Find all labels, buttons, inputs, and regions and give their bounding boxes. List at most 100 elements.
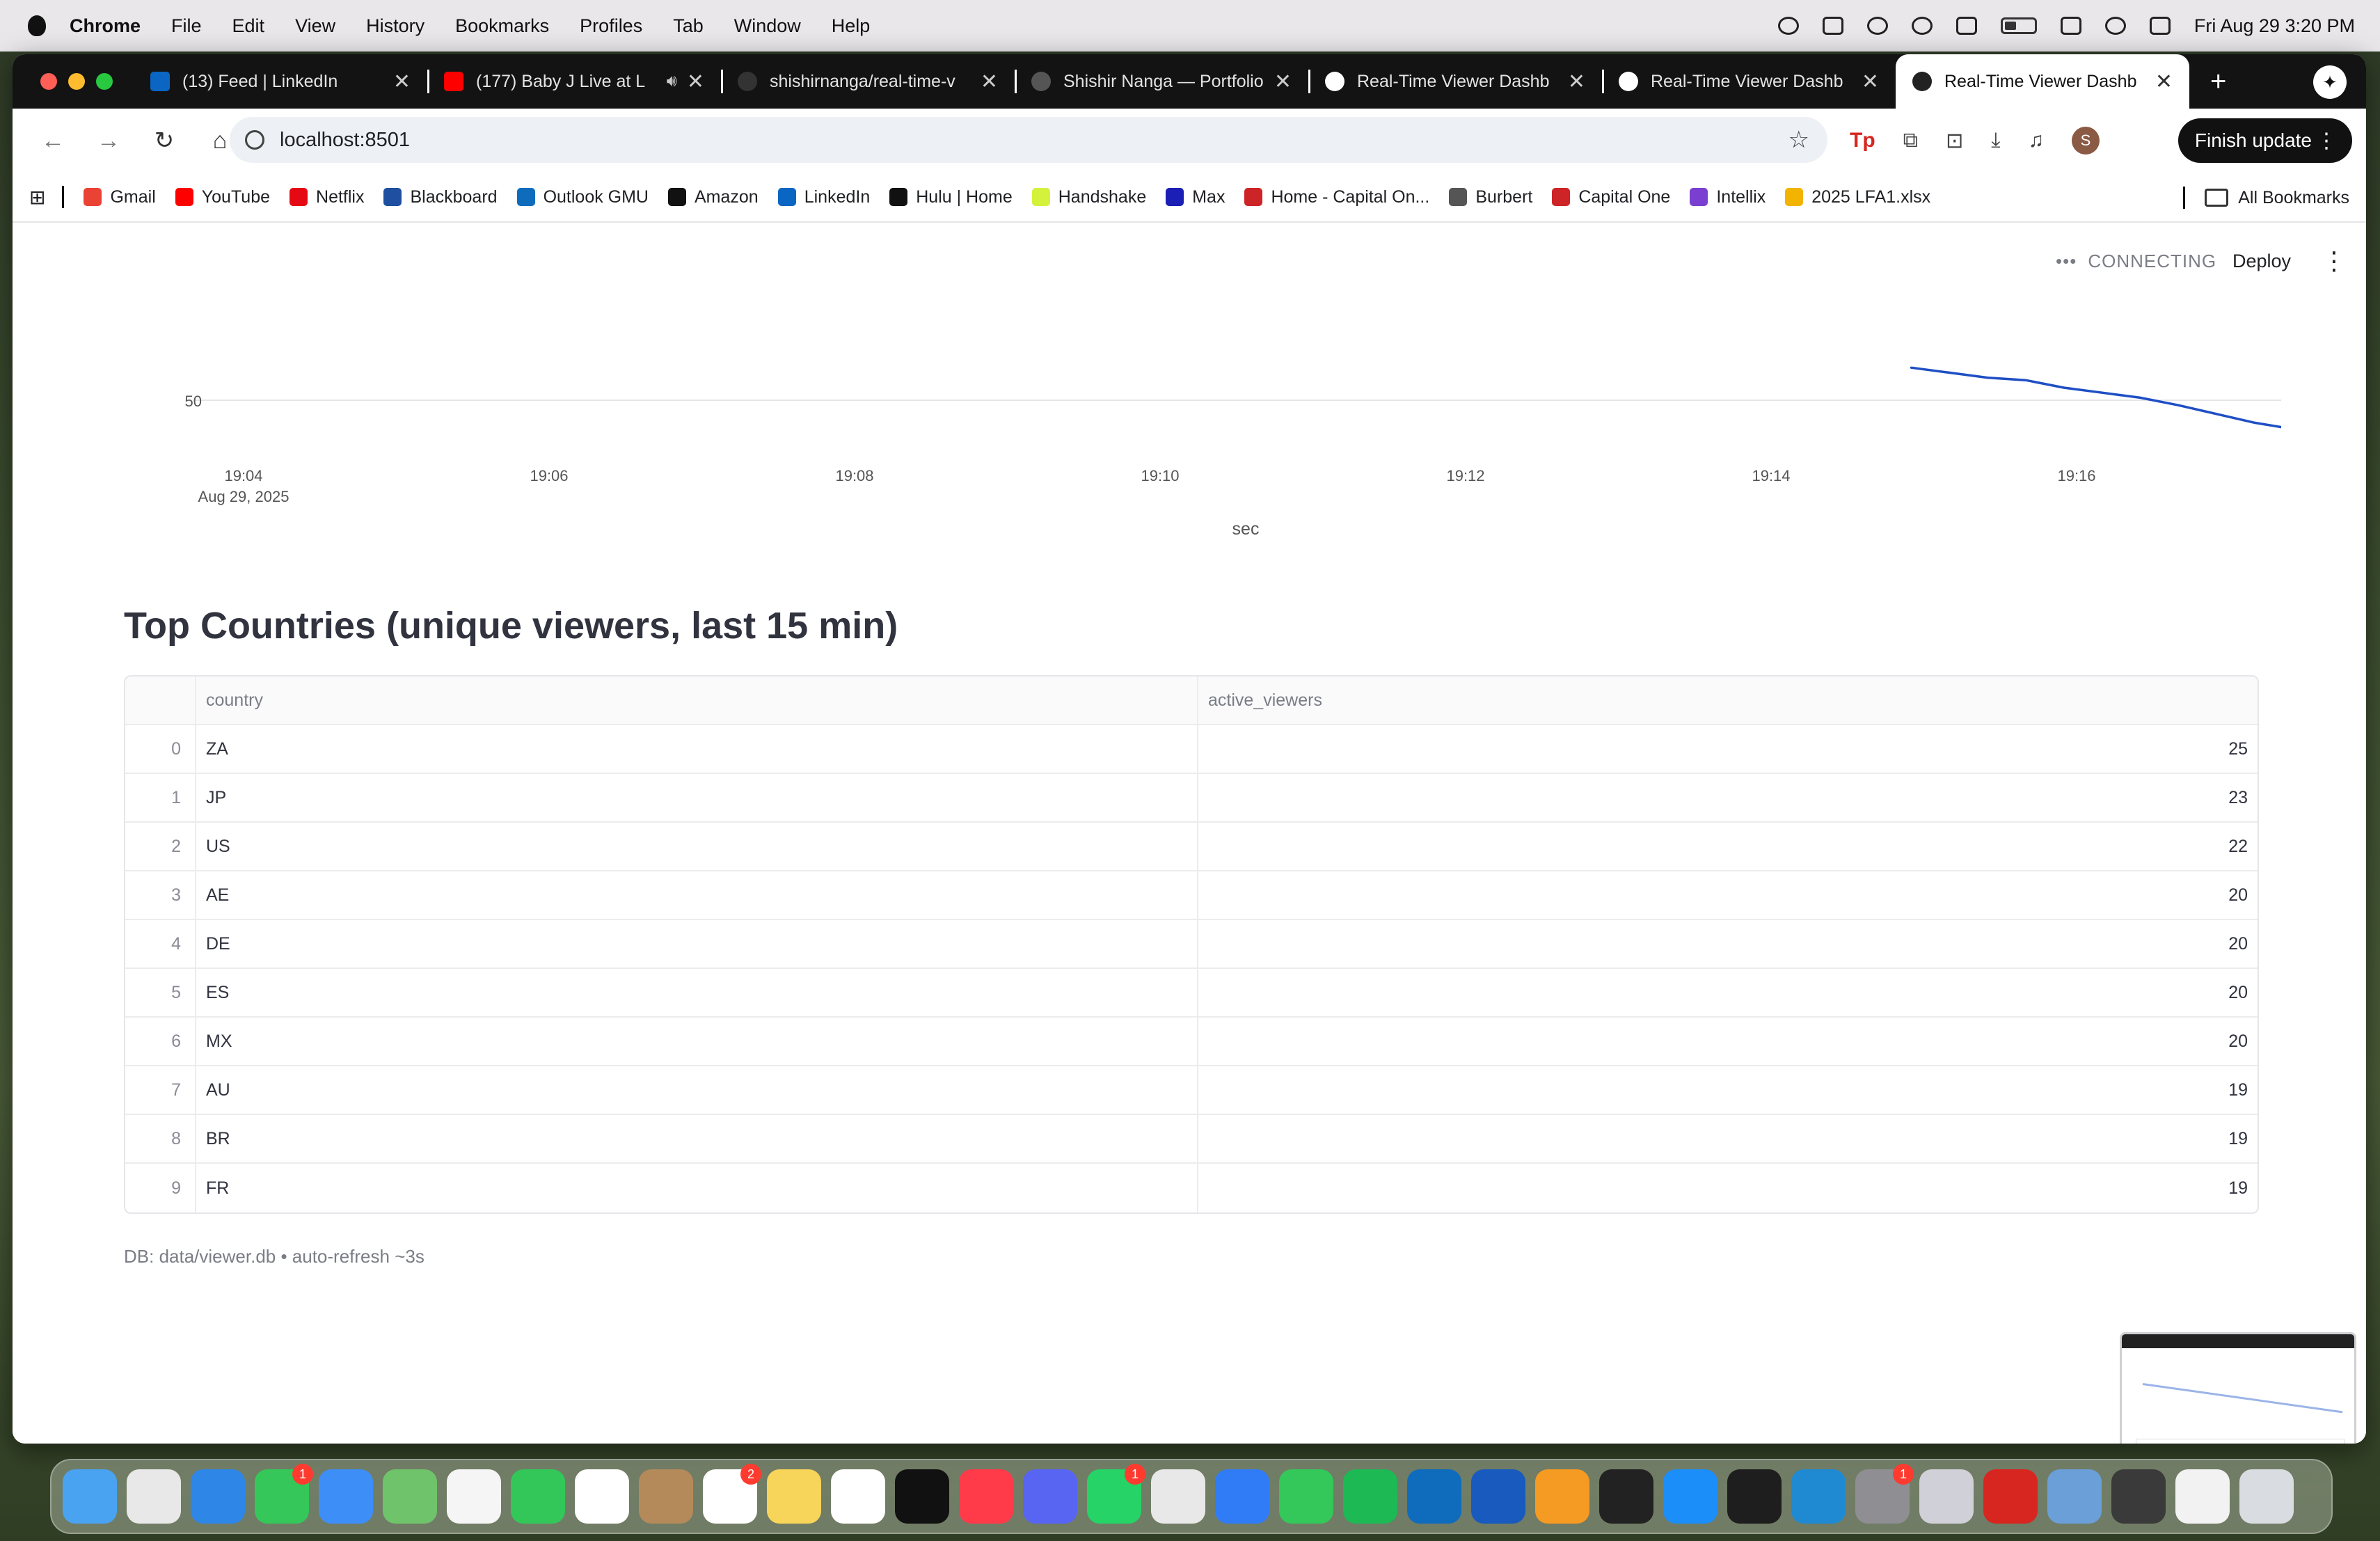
messages-icon[interactable]: 1	[255, 1464, 313, 1524]
table-row[interactable]: 0 ZA 25	[125, 725, 2258, 774]
speaker-icon[interactable]: 🔊︎	[667, 72, 677, 91]
wifi-icon[interactable]	[2060, 17, 2081, 35]
apps-grid-icon[interactable]: ⊞	[29, 186, 45, 209]
bookmark-item[interactable]: Capital One	[1552, 187, 1670, 207]
all-bookmarks-button[interactable]: All Bookmarks	[2183, 173, 2349, 223]
gemini-icon[interactable]: ✦	[2313, 65, 2347, 99]
news-icon[interactable]	[959, 1469, 1013, 1524]
airdrop-icon[interactable]	[1911, 17, 1933, 35]
airpods-icon[interactable]	[1822, 17, 1843, 35]
appstore-icon[interactable]	[1663, 1469, 1717, 1524]
bluetooth-icon[interactable]	[1955, 17, 1977, 35]
bookmark-item[interactable]: Outlook GMU	[516, 187, 649, 207]
tab-dashboard-2[interactable]: Real-Time Viewer Dashb ✕	[1602, 54, 1896, 109]
bookmark-item[interactable]: Max	[1166, 187, 1225, 207]
address-bar[interactable]: localhost:8501 ☆	[230, 117, 1827, 163]
safari-icon[interactable]	[191, 1469, 245, 1524]
close-tab-icon[interactable]: ✕	[393, 70, 411, 94]
appletv-icon[interactable]	[895, 1469, 949, 1524]
acrobat-icon[interactable]	[1983, 1469, 2038, 1524]
table-row[interactable]: 4 DE 20	[125, 920, 2258, 969]
terminal-icon[interactable]	[1727, 1469, 1782, 1524]
garageband-icon[interactable]	[2111, 1469, 2166, 1524]
bookmark-item[interactable]: Blackboard	[383, 187, 498, 207]
screenshot-thumbnail[interactable]	[2120, 1332, 2356, 1444]
mail-icon[interactable]	[319, 1469, 373, 1524]
back-arrow-icon[interactable]: ←	[38, 127, 68, 155]
bookmark-item[interactable]: Intellix	[1690, 187, 1766, 207]
facetime-icon[interactable]	[511, 1469, 565, 1524]
new-tab-button[interactable]: +	[2210, 66, 2226, 97]
finder-icon[interactable]	[63, 1469, 117, 1524]
bookmark-item[interactable]: Amazon	[668, 187, 759, 207]
minimize-window-button[interactable]	[68, 73, 85, 90]
tab-portfolio[interactable]: Shishir Nanga — Portfolio ✕	[1015, 54, 1308, 109]
word-icon[interactable]	[1471, 1469, 1525, 1524]
table-row[interactable]: 5 ES 20	[125, 969, 2258, 1018]
extensions-puzzle-icon[interactable]: ⧉	[1903, 129, 1918, 152]
site-info-icon[interactable]	[245, 130, 264, 150]
notes-icon[interactable]	[767, 1469, 821, 1524]
keynote-icon[interactable]	[1215, 1469, 1269, 1524]
menu-bookmarks[interactable]: Bookmarks	[455, 15, 549, 37]
settings-icon[interactable]: 1	[1855, 1464, 1914, 1524]
reload-icon[interactable]: ↻	[149, 127, 180, 155]
main-menu-icon[interactable]: ⋮	[2322, 246, 2347, 276]
close-tab-icon[interactable]: ✕	[687, 70, 704, 94]
menu-tab[interactable]: Tab	[673, 15, 704, 37]
bookmark-item[interactable]: Burbert	[1449, 187, 1532, 207]
address-url[interactable]: localhost:8501	[280, 129, 410, 152]
vscode-icon[interactable]	[1791, 1469, 1846, 1524]
focus-moon-icon[interactable]	[1866, 17, 1888, 35]
pages-icon[interactable]	[1535, 1469, 1589, 1524]
spotlight-search-icon[interactable]	[2104, 17, 2126, 35]
discord-icon[interactable]	[1023, 1469, 1077, 1524]
tab-youtube[interactable]: (177) Baby J Live at L 🔊︎ ✕	[427, 54, 721, 109]
tab-search-icon[interactable]: ⊡	[1946, 129, 1963, 153]
close-tab-icon[interactable]: ✕	[981, 70, 998, 94]
close-tab-icon[interactable]: ✕	[1568, 70, 1585, 94]
forward-arrow-icon[interactable]: →	[93, 127, 124, 155]
tab-dashboard-active[interactable]: Real-Time Viewer Dashb ✕	[1896, 54, 2189, 109]
unity-icon[interactable]	[1599, 1469, 1653, 1524]
media-play-icon[interactable]	[1777, 17, 1799, 35]
apple-icon[interactable]	[28, 15, 46, 36]
close-tab-icon[interactable]: ✕	[1274, 70, 1292, 94]
chrome-icon[interactable]	[1151, 1469, 1205, 1524]
bookmark-item[interactable]: Gmail	[84, 187, 156, 207]
table-row[interactable]: 9 FR 19	[125, 1164, 2258, 1212]
numbers-icon[interactable]	[1279, 1469, 1333, 1524]
control-center-icon[interactable]	[2149, 17, 2171, 35]
table-row[interactable]: 6 MX 20	[125, 1018, 2258, 1066]
maps-icon[interactable]	[383, 1469, 437, 1524]
photos-icon[interactable]	[447, 1469, 501, 1524]
preview-icon[interactable]	[2047, 1469, 2102, 1524]
column-header-active-viewers[interactable]: active_viewers	[1198, 677, 2258, 724]
table-row[interactable]: 8 BR 19	[125, 1115, 2258, 1164]
menu-edit[interactable]: Edit	[232, 15, 265, 37]
bookmark-item[interactable]: LinkedIn	[777, 187, 870, 207]
menu-file[interactable]: File	[171, 15, 202, 37]
tab-linkedin[interactable]: (13) Feed | LinkedIn ✕	[134, 54, 427, 109]
table-row[interactable]: 2 US 22	[125, 823, 2258, 871]
contacts-icon[interactable]	[639, 1469, 693, 1524]
bookmark-star-icon[interactable]: ☆	[1788, 126, 1809, 154]
whatsapp-icon[interactable]: 1	[1087, 1464, 1145, 1524]
profile-avatar[interactable]: S	[2071, 127, 2100, 155]
menu-profiles[interactable]: Profiles	[580, 15, 642, 37]
tab-github[interactable]: shishirnanga/real-time-v ✕	[721, 54, 1015, 109]
tp-extension-icon[interactable]: Tp	[1850, 129, 1875, 152]
bookmark-item[interactable]: Handshake	[1031, 187, 1146, 207]
close-tab-icon[interactable]: ✕	[2155, 70, 2173, 94]
bookmark-item[interactable]: 2025 LFA1.xlsx	[1785, 187, 1930, 207]
bookmark-item[interactable]: Home - Capital On...	[1244, 187, 1429, 207]
finish-update-button[interactable]: Finish update ⋮	[2177, 118, 2352, 163]
bookmark-item[interactable]: Netflix	[289, 187, 364, 207]
launchpad-icon[interactable]	[127, 1469, 181, 1524]
menu-app-name[interactable]: Chrome	[70, 15, 141, 37]
battery-icon[interactable]	[2000, 17, 2037, 34]
downloads-icon[interactable]: ⤓	[1991, 129, 2000, 152]
outlook-icon[interactable]	[1407, 1469, 1461, 1524]
document-icon[interactable]	[2175, 1469, 2230, 1524]
trash-icon[interactable]	[2239, 1469, 2294, 1524]
